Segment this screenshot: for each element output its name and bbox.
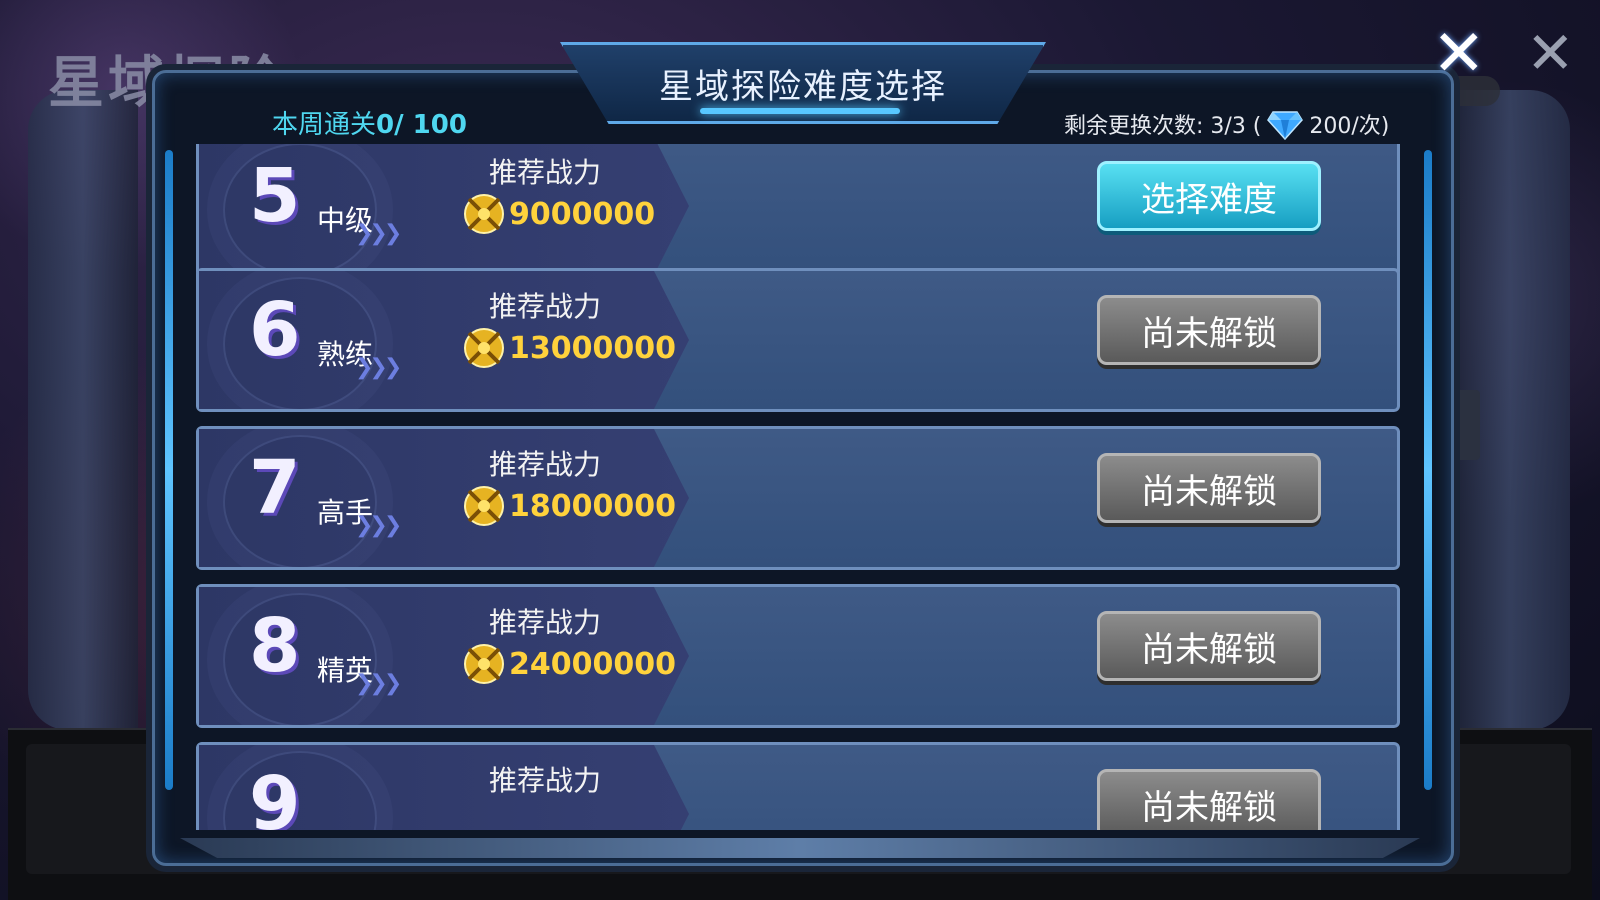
level-number: 6: [249, 287, 301, 373]
weekly-count: 0/ 100: [376, 110, 467, 140]
close-icon[interactable]: ✕: [1432, 22, 1486, 86]
crossed-swords-icon: [464, 328, 504, 368]
row-left-panel: 8 精英 ❯❯❯ 推荐战力 24000000: [199, 587, 689, 725]
chevron-right-icon: ❯❯❯: [355, 355, 402, 380]
row-left-panel: 6 熟练 ❯❯❯ 推荐战力 13000000: [199, 271, 689, 409]
locked-button[interactable]: 尚未解锁: [1097, 769, 1321, 830]
difficulty-row-6: 6 熟练 ❯❯❯ 推荐战力 13000000 尚未解锁: [196, 268, 1400, 412]
difficulty-list[interactable]: 5 中级 ❯❯❯ 推荐战力 9000000 选择难度 6 熟练 ❯❯❯ 推荐战力: [196, 144, 1400, 830]
background-pillar-left: [28, 90, 138, 730]
difficulty-row-8: 8 精英 ❯❯❯ 推荐战力 24000000 尚未解锁: [196, 584, 1400, 728]
swap-cost: 200/次): [1309, 114, 1390, 139]
power-label: 推荐战力: [489, 290, 602, 323]
title-glow: [700, 108, 900, 114]
locked-button[interactable]: 尚未解锁: [1097, 453, 1321, 523]
dialog-title: 星域探险难度选择: [659, 66, 947, 107]
level-number: 9: [249, 761, 301, 830]
background-close-icon[interactable]: ✕: [1526, 24, 1575, 82]
crossed-swords-icon: [464, 644, 504, 684]
locked-button[interactable]: 尚未解锁: [1097, 295, 1321, 365]
difficulty-row-7: 7 高手 ❯❯❯ 推荐战力 18000000 尚未解锁: [196, 426, 1400, 570]
weekly-clear-status: 本周通关0/ 100: [272, 104, 467, 141]
diamond-icon: [1267, 111, 1304, 140]
weekly-label: 本周通关: [272, 110, 377, 140]
power-label: 推荐战力: [489, 764, 602, 797]
row-left-panel: 5 中级 ❯❯❯ 推荐战力 9000000: [199, 144, 689, 275]
frame-bottom: [180, 838, 1420, 858]
power-label: 推荐战力: [489, 156, 602, 189]
power-value: 13000000: [509, 330, 676, 366]
swap-label: 剩余更换次数: 3/3 (: [1064, 114, 1262, 139]
power-row: 18000000: [461, 483, 676, 529]
crossed-swords-icon: [464, 486, 504, 526]
locked-button[interactable]: 尚未解锁: [1097, 611, 1321, 681]
level-number: 8: [249, 603, 301, 689]
power-value: 9000000: [509, 196, 656, 232]
row-left-panel: 7 高手 ❯❯❯ 推荐战力 18000000: [199, 429, 689, 567]
power-row: 9000000: [461, 191, 655, 237]
power-label: 推荐战力: [489, 606, 602, 639]
power-value: 24000000: [509, 646, 676, 682]
frame-edge-right: [1424, 150, 1432, 790]
difficulty-row-9: 9 ❯❯❯ 推荐战力 尚未解锁: [196, 742, 1400, 830]
power-row: 24000000: [461, 641, 676, 687]
difficulty-row-5: 5 中级 ❯❯❯ 推荐战力 9000000 选择难度: [196, 144, 1400, 278]
chevron-right-icon: ❯❯❯: [355, 671, 402, 696]
power-row: 13000000: [461, 325, 676, 371]
chevron-right-icon: ❯❯❯: [355, 513, 402, 538]
select-difficulty-button[interactable]: 选择难度: [1097, 161, 1321, 231]
power-label: 推荐战力: [489, 448, 602, 481]
level-number: 5: [249, 153, 301, 239]
level-number: 7: [249, 445, 301, 531]
power-value: 18000000: [509, 488, 676, 524]
frame-edge-left: [165, 150, 173, 790]
swap-remaining: 剩余更换次数: 3/3 ( 200/次): [1064, 108, 1389, 140]
row-left-panel: 9 ❯❯❯ 推荐战力: [199, 745, 689, 830]
crossed-swords-icon: [464, 194, 504, 234]
chevron-right-icon: ❯❯❯: [355, 221, 402, 246]
